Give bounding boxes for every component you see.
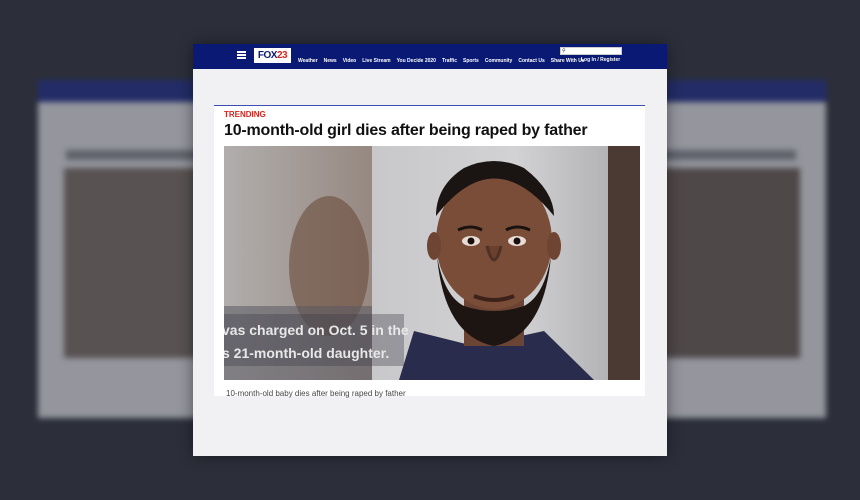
category-label[interactable]: TRENDING bbox=[224, 110, 266, 119]
nav-item-you-decide[interactable]: You Decide 2020 bbox=[397, 58, 436, 64]
nav-item-weather[interactable]: Weather bbox=[298, 58, 318, 64]
blurred-headline bbox=[66, 150, 206, 160]
nav-item-traffic[interactable]: Traffic bbox=[442, 58, 457, 64]
article-headline[interactable]: 10-month-old girl dies after being raped… bbox=[224, 122, 588, 140]
video-overlay-line-2: s 21-month-old daughter. bbox=[224, 345, 389, 361]
top-nav-bar: FOX23 Weather News Video Live Stream You… bbox=[193, 44, 667, 69]
nav-item-video[interactable]: Video bbox=[343, 58, 357, 64]
site-logo[interactable]: FOX23 bbox=[254, 48, 291, 63]
image-caption: 10-month-old baby dies after being raped… bbox=[226, 389, 406, 398]
nav-item-contact-us[interactable]: Contact Us bbox=[518, 58, 544, 64]
mugshot-image: vas charged on Oct. 5 in the s 21-month-… bbox=[224, 146, 640, 380]
nav-item-sports[interactable]: Sports bbox=[463, 58, 479, 64]
nav-links: Weather News Video Live Stream You Decid… bbox=[298, 58, 585, 64]
nav-item-community[interactable]: Community bbox=[485, 58, 513, 64]
article-card: TRENDING 10-month-old girl dies after be… bbox=[214, 105, 645, 398]
logo-number: 23 bbox=[276, 50, 288, 61]
browser-panel: FOX23 Weather News Video Live Stream You… bbox=[193, 44, 667, 456]
login-link[interactable]: Log In / Register bbox=[581, 57, 620, 63]
article-video-thumbnail[interactable]: vas charged on Oct. 5 in the s 21-month-… bbox=[224, 146, 640, 380]
search-icon[interactable]: ⚲ bbox=[562, 48, 566, 54]
nav-item-news[interactable]: News bbox=[324, 58, 337, 64]
nav-item-share-with-us[interactable]: Share With Us bbox=[551, 58, 585, 64]
video-overlay-line-1: vas charged on Oct. 5 in the bbox=[224, 322, 409, 338]
blurred-headline-right bbox=[656, 150, 796, 160]
nav-item-live-stream[interactable]: Live Stream bbox=[362, 58, 390, 64]
hamburger-icon[interactable] bbox=[237, 51, 246, 59]
logo-text: FOX bbox=[257, 50, 278, 61]
search-input[interactable]: ⚲ bbox=[560, 47, 622, 55]
